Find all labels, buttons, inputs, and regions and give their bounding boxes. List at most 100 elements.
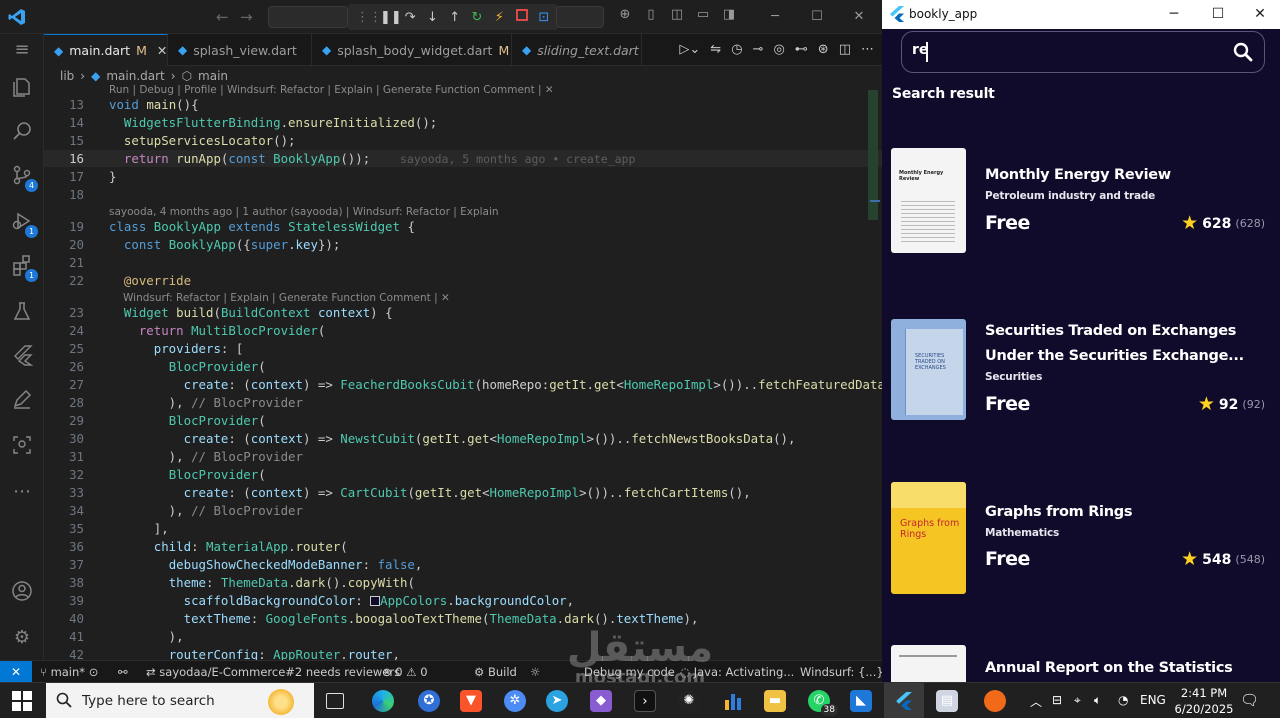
flutter-icon[interactable] bbox=[10, 344, 34, 368]
remote-scan-icon[interactable] bbox=[10, 434, 34, 458]
search-icon[interactable] bbox=[1232, 41, 1254, 63]
remote-indicator-icon[interactable]: ✕ bbox=[0, 661, 32, 683]
source-compare-icon[interactable]: ⇋ bbox=[710, 42, 721, 57]
language-indicator[interactable]: ENG bbox=[1140, 693, 1166, 707]
app-minimize-icon[interactable]: ─ bbox=[1154, 0, 1194, 29]
book-item[interactable]: Annual Report on the Statistics bbox=[891, 645, 1280, 682]
back-arrow-icon[interactable]: ← bbox=[216, 8, 229, 26]
copilot-icon[interactable]: ⊕ bbox=[616, 6, 634, 24]
hot-reload-icon[interactable]: ⚡ bbox=[493, 10, 505, 25]
forward-arrow-icon[interactable]: → bbox=[240, 8, 253, 26]
taskbar-search-box[interactable]: Type here to search bbox=[46, 683, 314, 718]
color-swatch-icon[interactable] bbox=[370, 596, 381, 606]
close-icon[interactable]: ✕ bbox=[850, 8, 868, 26]
step-out-icon[interactable]: ↑ bbox=[449, 10, 461, 25]
tab-splash-view[interactable]: ◆ splash_view.dart bbox=[168, 34, 312, 66]
testing-flask-icon[interactable] bbox=[10, 300, 34, 324]
codelens-build[interactable]: Windsurf: Refactor | Explain | Generate … bbox=[44, 290, 882, 305]
more-actions-icon[interactable]: ⋯ bbox=[861, 42, 874, 57]
split-editor-layout-icon[interactable]: ◫ bbox=[668, 6, 686, 24]
terminal-icon[interactable]: › bbox=[634, 690, 656, 712]
maximize-icon[interactable]: ☐ bbox=[808, 8, 826, 26]
command-center[interactable] bbox=[268, 6, 348, 28]
settings-gear-icon[interactable]: ⚙ bbox=[10, 626, 34, 650]
chevron-up-icon[interactable]: ︿ bbox=[1030, 693, 1042, 710]
live-share-icon[interactable]: ⚯ bbox=[118, 661, 128, 683]
tab-sliding-text[interactable]: ◆ sliding_text.dart bbox=[512, 34, 642, 66]
book-cover[interactable]: SECURITIES TRADED ON EXCHANGES bbox=[891, 319, 966, 420]
tray-app-icon[interactable]: ⊟ bbox=[1052, 693, 1062, 707]
devtools-icon[interactable]: ⊛ bbox=[818, 42, 829, 57]
telegram-icon[interactable]: ➤ bbox=[546, 690, 568, 712]
book-cover[interactable]: Graphs from Rings bbox=[891, 482, 966, 594]
pull-request-status[interactable]: ⇄ sayodaa/E-Commerce#2 needs reviewers bbox=[146, 661, 400, 683]
extensions-icon[interactable]: 1 bbox=[10, 254, 38, 282]
search-input[interactable]: re bbox=[901, 31, 1265, 73]
step-over-icon[interactable]: ↷ bbox=[404, 10, 416, 25]
go-back-change-icon[interactable]: ⊸ bbox=[753, 42, 764, 57]
app-maximize-icon[interactable]: ☐ bbox=[1198, 0, 1238, 29]
timeline-icon[interactable]: ◷ bbox=[731, 42, 742, 57]
commit-icon[interactable]: ◎ bbox=[773, 42, 784, 57]
codelens-main[interactable]: Run | Debug | Profile | Windsurf: Refact… bbox=[44, 82, 882, 97]
code-editor[interactable]: Run | Debug | Profile | Windsurf: Refact… bbox=[44, 84, 907, 662]
vscode-taskbar-icon[interactable]: ◣ bbox=[850, 690, 872, 712]
source-control-icon[interactable]: 4 bbox=[10, 164, 38, 192]
toggle-panel-icon[interactable]: ▭ bbox=[694, 6, 712, 24]
windows-start-icon[interactable] bbox=[12, 691, 32, 711]
stop-icon[interactable] bbox=[515, 9, 528, 25]
split-editor-icon[interactable]: ◫ bbox=[839, 42, 851, 57]
book-cover[interactable] bbox=[891, 645, 966, 682]
app-close-icon[interactable]: ✕ bbox=[1240, 0, 1280, 29]
taskbar-clock[interactable]: 2:41 PM 6/20/2025 bbox=[1174, 685, 1234, 717]
search-icon[interactable] bbox=[10, 120, 34, 144]
windsurf-edit-icon[interactable] bbox=[10, 388, 34, 412]
problems-indicator[interactable]: ⊗ 0 ⚠ 0 bbox=[382, 661, 428, 683]
network-app-icon[interactable]: ✲ bbox=[504, 690, 526, 712]
notification-app-icon[interactable] bbox=[984, 690, 1006, 712]
menu-icon[interactable]: ≡ bbox=[10, 38, 34, 62]
run-dropdown-icon[interactable]: ▷⌄ bbox=[679, 42, 700, 57]
toggle-primary-sidebar-icon[interactable]: ▯ bbox=[642, 6, 660, 24]
charts-app-icon[interactable] bbox=[722, 690, 744, 712]
visual-studio-icon[interactable]: ◆ bbox=[590, 690, 612, 712]
go-forward-change-icon[interactable]: ⊷ bbox=[795, 42, 808, 57]
book-cover[interactable]: Monthly Energy Review bbox=[891, 148, 966, 253]
breadcrumb-symbol[interactable]: main bbox=[198, 69, 228, 83]
breadcrumb-folder[interactable]: lib bbox=[60, 69, 74, 83]
book-item[interactable]: Monthly Energy Review Monthly Energy Rev… bbox=[891, 148, 1280, 258]
tab-splash-body-widget[interactable]: ◆ splash_body_widget.dart M bbox=[312, 34, 512, 66]
app-store-icon[interactable]: ✪ bbox=[418, 690, 440, 712]
toggle-secondary-sidebar-icon[interactable]: ◨ bbox=[720, 6, 738, 24]
windsurf-status[interactable]: Windsurf: {...} bbox=[800, 661, 884, 683]
wifi-icon[interactable]: ◔ bbox=[1118, 693, 1128, 707]
git-branch[interactable]: ⑂ main* ⊙ bbox=[40, 661, 98, 683]
breadcrumb-file[interactable]: main.dart bbox=[106, 69, 164, 83]
debug-icon[interactable]: ☼ bbox=[530, 661, 540, 683]
volume-icon[interactable]: 🔈︎ bbox=[1094, 693, 1101, 708]
restart-icon[interactable]: ↻ bbox=[471, 10, 483, 25]
book-item[interactable]: SECURITIES TRADED ON EXCHANGES Securitie… bbox=[891, 319, 1280, 429]
ink-icon[interactable]: ⌖ bbox=[1074, 693, 1081, 708]
step-into-icon[interactable]: ↓ bbox=[426, 10, 438, 25]
book-item[interactable]: Graphs from Rings Graphs from Rings Math… bbox=[891, 482, 1280, 594]
pause-icon[interactable]: ❚❚ bbox=[380, 10, 402, 25]
build-status[interactable]: ⚙ Build bbox=[474, 661, 517, 683]
chatgpt-icon[interactable]: ✺ bbox=[678, 690, 700, 712]
tab-main-dart[interactable]: ◆ main.dart M ✕ bbox=[44, 34, 168, 66]
tab-close-icon[interactable]: ✕ bbox=[157, 43, 167, 58]
edge-browser-icon[interactable] bbox=[372, 690, 394, 712]
task-view-icon[interactable] bbox=[326, 693, 344, 709]
inspect-widget-icon[interactable]: ⊡ bbox=[538, 10, 550, 25]
whatsapp-icon[interactable]: ✆ 38 bbox=[808, 690, 838, 716]
codelens-class[interactable]: sayooda, 4 months ago | 1 author (sayood… bbox=[44, 204, 882, 219]
file-explorer-icon[interactable]: ▬ bbox=[764, 690, 786, 712]
explorer-icon[interactable] bbox=[10, 76, 34, 100]
notifications-icon[interactable]: 🗨︎ bbox=[1240, 691, 1259, 709]
taskbar-active-app[interactable] bbox=[884, 683, 924, 718]
accounts-icon[interactable] bbox=[10, 580, 34, 604]
drag-handle-icon[interactable]: ⋮⋮ bbox=[356, 10, 382, 25]
more-icon[interactable]: ⋯ bbox=[10, 480, 34, 504]
brave-browser-icon[interactable]: ▼ bbox=[460, 690, 482, 712]
minimize-icon[interactable]: ─ bbox=[766, 8, 784, 26]
